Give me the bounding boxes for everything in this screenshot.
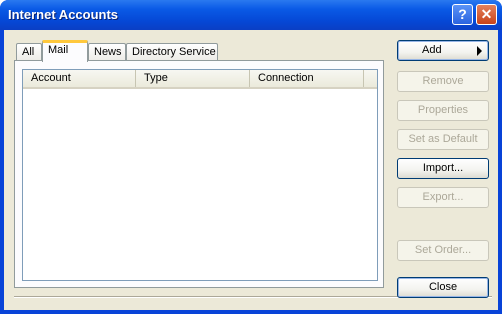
accounts-list[interactable]: Account Type Connection [22,69,378,281]
remove-button[interactable]: Remove [397,71,489,92]
set-order-button[interactable]: Set Order... [397,240,489,261]
tab-directory-service[interactable]: Directory Service [126,43,218,61]
title-bar[interactable]: Internet Accounts ? ✕ [0,0,502,30]
column-header-type[interactable]: Type [136,70,250,87]
arrow-right-icon [477,46,482,56]
close-button[interactable]: Close [397,277,489,298]
dialog-client-area: All Mail News Directory Service Account … [4,30,498,310]
help-icon: ? [458,6,467,22]
tab-panel: Account Type Connection [14,60,384,288]
import-button[interactable]: Import... [397,158,489,179]
close-icon: ✕ [480,6,493,22]
help-button[interactable]: ? [452,4,473,25]
tab-all[interactable]: All [16,43,42,61]
add-button[interactable]: Add [397,40,489,61]
list-header: Account Type Connection [23,70,377,89]
add-button-label: Add [422,44,442,56]
column-header-account[interactable]: Account [23,70,136,87]
tab-mail[interactable]: Mail [42,40,88,62]
tab-news[interactable]: News [88,43,126,61]
internet-accounts-window: Internet Accounts ? ✕ All Mail News Dire… [0,0,502,314]
window-title: Internet Accounts [8,7,119,22]
column-header-connection[interactable]: Connection [250,70,364,87]
export-button[interactable]: Export... [397,187,489,208]
properties-button[interactable]: Properties [397,100,489,121]
set-as-default-button[interactable]: Set as Default [397,129,489,150]
close-window-button[interactable]: ✕ [476,4,497,25]
